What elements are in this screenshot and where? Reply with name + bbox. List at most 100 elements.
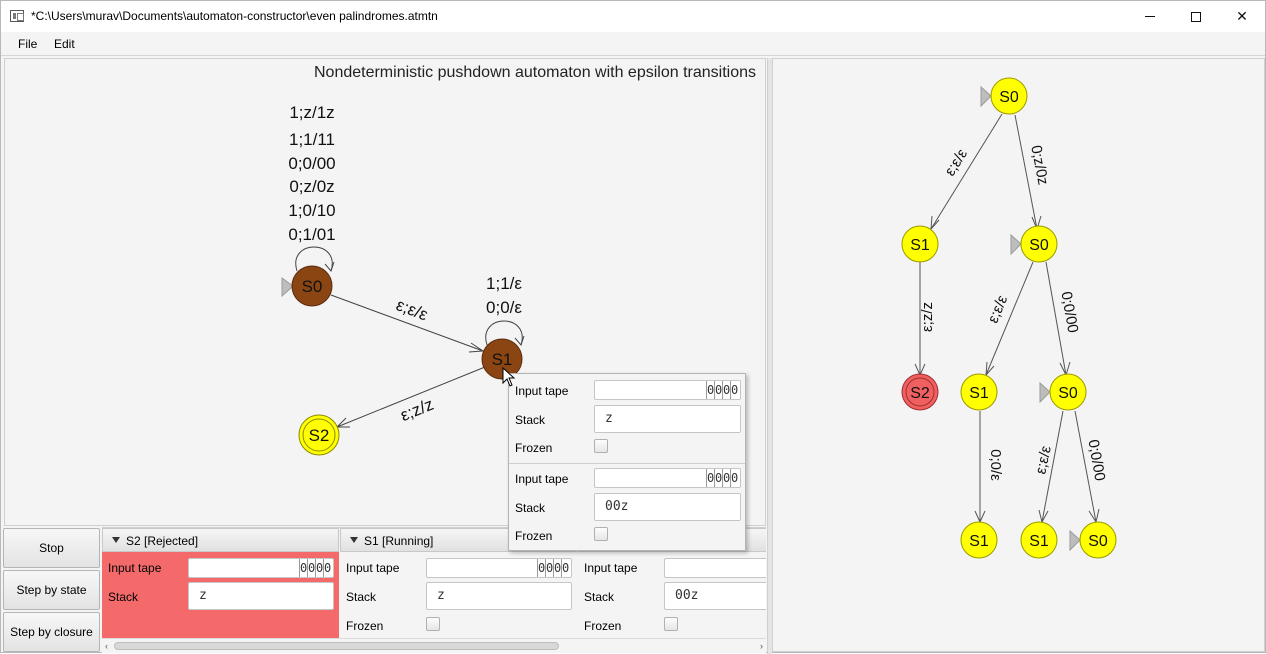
state-s2-label: S2	[309, 426, 330, 445]
tree-edge-label-s0-s0: 0;0/00	[1057, 290, 1081, 334]
stack-label: Stack	[515, 501, 546, 515]
config-s2-title: S2 [Rejected]	[126, 534, 199, 548]
close-button[interactable]: ✕	[1219, 1, 1265, 32]
input-tape-label: Input tape	[108, 561, 162, 575]
tape-cell: 0	[545, 559, 554, 577]
tree-node-a-s1-label: S1	[910, 237, 930, 254]
tree-edge-label-s0-s0b: 0;0/00	[1084, 438, 1108, 482]
tree-node-a-s0-label: S0	[1029, 237, 1049, 254]
frozen-label: Frozen	[515, 529, 553, 543]
stack-field[interactable]: 00z	[594, 493, 741, 521]
s1-loop-label-1: 1;1/ε	[486, 274, 522, 293]
tree-edge-root-s1	[930, 113, 1003, 230]
tree-node-c-s1b-label: S1	[1029, 533, 1049, 550]
state-configurations-popup: Input tape 0000 Stack z Frozen Input tap…	[508, 373, 746, 551]
config-s0-body: Input tape 0000 Stack 00z Frozen	[578, 552, 766, 639]
automaton-type-title: Nondeterministic pushdown automaton with…	[313, 64, 756, 81]
frozen-label: Frozen	[346, 619, 384, 633]
tape-cell: 0	[561, 559, 570, 577]
tape-cell: 0	[714, 381, 723, 399]
s0-loop-label-1: 1;z/1z	[289, 103, 334, 122]
s1-s2-edge-label: ε;z/z	[398, 395, 437, 425]
maximize-button[interactable]	[1173, 1, 1219, 32]
tape-cell: 0	[537, 559, 546, 577]
stack-label: Stack	[515, 413, 546, 427]
scroll-left-icon[interactable]: ‹	[105, 641, 108, 651]
config-s1-title: S1 [Running]	[364, 534, 434, 548]
frozen-checkbox[interactable]	[594, 439, 608, 453]
frozen-label: Frozen	[515, 441, 553, 455]
app-window: *C:\Users\murav\Documents\automaton-cons…	[0, 0, 1266, 654]
tree-node-b-s1-label: S1	[969, 385, 989, 402]
tree-node-b-s0-label: S0	[1058, 385, 1078, 402]
s0-loop-label-6: 0;1/01	[288, 225, 335, 244]
step-by-state-button[interactable]: Step by state	[3, 570, 100, 610]
tape-cell: 0	[730, 381, 739, 399]
tree-initial-marker-c-s0	[1069, 529, 1081, 552]
state-s0-label: S0	[302, 277, 323, 296]
computation-tree: S0 S1 S0 S2 S1 S0 S1 S1 S0 ε;ε/ε 0;z/0z …	[901, 77, 1117, 559]
title-bar: *C:\Users\murav\Documents\automaton-cons…	[1, 1, 1265, 32]
scroll-right-icon[interactable]: ›	[760, 641, 763, 651]
tape-cell: 0	[553, 559, 562, 577]
s0-initial-marker	[281, 277, 294, 298]
s0-loop-label-4: 0;z/0z	[289, 177, 334, 196]
maximize-icon	[1191, 11, 1201, 22]
step-by-closure-button[interactable]: Step by closure	[3, 612, 100, 652]
s1-loop-label-2: 0;0/ε	[486, 298, 522, 317]
s0-loop-label-3: 0;0/00	[288, 154, 335, 173]
frozen-checkbox[interactable]	[664, 617, 678, 631]
input-tape-field[interactable]: 0000	[664, 558, 766, 578]
tree-initial-marker-root	[980, 85, 992, 108]
scrollbar-thumb[interactable]	[114, 642, 559, 650]
collapse-triangle-icon	[112, 537, 120, 543]
close-icon: ✕	[1236, 8, 1248, 25]
input-tape-label: Input tape	[515, 384, 569, 398]
frozen-checkbox[interactable]	[594, 527, 608, 541]
menu-bar: File Edit	[1, 32, 1265, 56]
stop-button[interactable]: Stop	[3, 528, 100, 568]
stack-field[interactable]: z	[594, 405, 741, 433]
input-tape-field[interactable]: 0000	[594, 468, 741, 488]
stack-label: Stack	[584, 590, 615, 604]
computation-tree-pane[interactable]: S0 S1 S0 S2 S1 S0 S1 S1 S0 ε;ε/ε 0;z/0z …	[772, 58, 1265, 652]
tape-cell: 0	[299, 559, 308, 577]
input-tape-label: Input tape	[584, 561, 638, 575]
tape-cell: 0	[722, 469, 731, 487]
popup-config-2: Input tape 0000 Stack 00z Frozen	[509, 462, 745, 550]
tree-edge-label-s1-s2: ε;z/z	[919, 302, 936, 332]
s0-loop-label-5: 1;0/10	[288, 201, 335, 220]
s0-loop-label-2: 1;1/11	[289, 130, 335, 149]
minimize-button[interactable]	[1127, 1, 1173, 32]
configurations-scrollbar[interactable]: ‹ ›	[102, 638, 766, 652]
tree-node-c-s1a-label: S1	[969, 533, 989, 550]
tape-cell: 0	[323, 559, 332, 577]
stack-field[interactable]: z	[188, 582, 334, 610]
tree-initial-marker-b-s0	[1039, 381, 1051, 404]
menu-edit[interactable]: Edit	[54, 37, 75, 51]
stack-field[interactable]: z	[426, 582, 572, 610]
input-tape-field[interactable]: 0000	[188, 558, 334, 578]
tape-cell: 0	[307, 559, 316, 577]
tree-edge-label-s1-s1: 0;0/ε	[987, 449, 1004, 481]
input-tape-field[interactable]: 0000	[594, 380, 741, 400]
s0-s1-arrowhead	[468, 342, 485, 353]
tree-edge-label-root-s0: 0;z/0z	[1027, 144, 1051, 187]
config-s1-body: Input tape 0000 Stack z Frozen	[340, 552, 577, 639]
frozen-checkbox[interactable]	[426, 617, 440, 631]
stack-label: Stack	[108, 590, 139, 604]
tape-cell: 0	[706, 381, 715, 399]
config-s2-body: Input tape 0000 Stack z	[102, 552, 339, 639]
tree-edge-s0-s1-arrowhead	[985, 361, 995, 377]
app-icon	[10, 10, 24, 22]
input-tape-label: Input tape	[346, 561, 400, 575]
config-s2: S2 [Rejected] Input tape 0000 Stack z	[102, 528, 339, 639]
config-s2-header[interactable]: S2 [Rejected]	[102, 528, 339, 552]
menu-file[interactable]: File	[18, 37, 37, 51]
tree-node-root-label: S0	[999, 89, 1019, 106]
input-tape-field[interactable]: 0000	[426, 558, 572, 578]
stack-field[interactable]: 00z	[664, 582, 766, 610]
tree-edge-label-s0-s1: ε;ε/ε	[984, 293, 1011, 326]
frozen-label: Frozen	[584, 619, 622, 633]
input-tape-label: Input tape	[515, 472, 569, 486]
